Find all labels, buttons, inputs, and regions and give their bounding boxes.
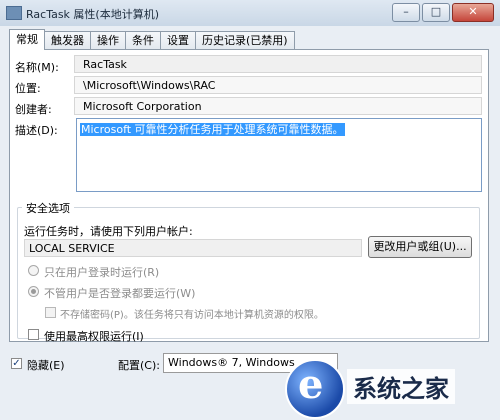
minimize-button[interactable]: – <box>392 3 420 22</box>
window-title: RacTask 属性(本地计算机) <box>26 8 160 21</box>
tab-triggers[interactable]: 触发器 <box>44 31 91 50</box>
hidden-label: 隐藏(E) <box>27 359 65 372</box>
watermark-e-icon: e <box>298 361 324 408</box>
security-options-title: 安全选项 <box>22 200 74 216</box>
watermark-text: 系统之家 <box>347 369 455 404</box>
change-user-button[interactable]: 更改用户或组(U)... <box>368 236 472 258</box>
tab-actions[interactable]: 操作 <box>90 31 126 50</box>
watermark-logo: e 系统之家 <box>285 355 500 420</box>
author-field[interactable]: Microsoft Corporation <box>74 97 482 115</box>
tab-settings[interactable]: 设置 <box>160 31 196 50</box>
window-controls: – □ ✕ <box>392 3 494 22</box>
tab-history[interactable]: 历史记录(已禁用) <box>195 31 295 50</box>
highest-privileges-checkbox[interactable] <box>28 329 39 340</box>
description-textarea[interactable]: Microsoft 可靠性分析任务用于处理系统可靠性数据。 <box>76 118 482 192</box>
name-label: 名称(M): <box>15 61 59 74</box>
configure-label: 配置(C): <box>118 359 160 372</box>
hidden-checkbox[interactable]: ✓ <box>11 358 22 369</box>
description-label: 描述(D): <box>15 124 58 137</box>
name-field[interactable]: RacTask <box>74 55 482 73</box>
location-label: 位置: <box>15 82 41 95</box>
author-label: 创建者: <box>15 103 52 116</box>
general-panel: 名称(M): RacTask 位置: \Microsoft\Windows\RA… <box>9 49 489 343</box>
user-account-field: LOCAL SERVICE <box>24 239 362 257</box>
tab-strip: 常规 触发器 操作 条件 设置 历史记录(已禁用) <box>9 29 295 50</box>
no-store-password-label: 不存储密码(P)。该任务将只有访问本地计算机资源的权限。 <box>60 310 324 321</box>
maximize-button[interactable]: □ <box>422 3 450 22</box>
task-properties-window: RacTask 属性(本地计算机) – □ ✕ 常规 触发器 操作 条件 设置 … <box>0 0 500 420</box>
location-field[interactable]: \Microsoft\Windows\RAC <box>74 76 482 94</box>
radio-run-logged-on[interactable] <box>28 265 39 276</box>
radio-run-whether-label: 不管用户是否登录都要运行(W) <box>44 287 196 300</box>
description-text: Microsoft 可靠性分析任务用于处理系统可靠性数据。 <box>80 123 345 136</box>
tab-general[interactable]: 常规 <box>9 29 45 50</box>
title-bar[interactable]: RacTask 属性(本地计算机) – □ ✕ <box>0 0 500 26</box>
no-store-password-checkbox[interactable] <box>45 307 56 318</box>
radio-run-logged-on-label: 只在用户登录时运行(R) <box>44 266 160 279</box>
radio-run-whether-logged-on[interactable] <box>28 286 39 297</box>
run-as-label: 运行任务时，请使用下列用户帐户: <box>24 225 193 238</box>
task-scheduler-icon <box>6 6 22 20</box>
highest-privileges-label: 使用最高权限运行(I) <box>44 330 144 343</box>
close-button[interactable]: ✕ <box>452 3 494 22</box>
tab-conditions[interactable]: 条件 <box>125 31 161 50</box>
